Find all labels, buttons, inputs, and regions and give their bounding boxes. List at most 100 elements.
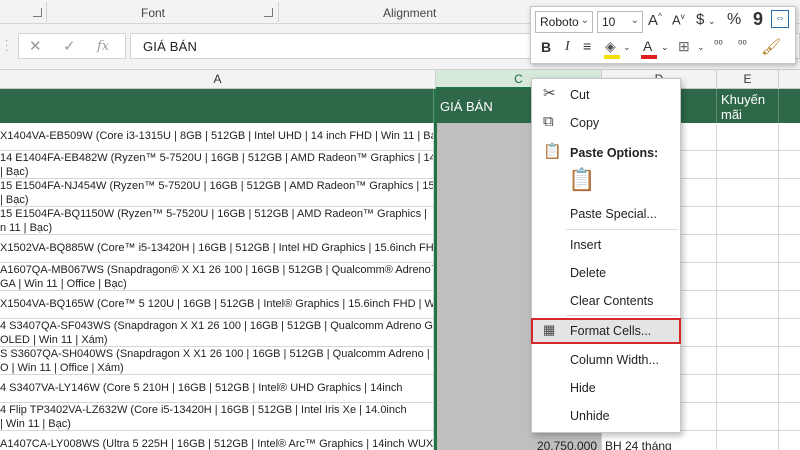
product-line2: GA | Win 11 | Office | Bạc) — [0, 277, 127, 290]
empty-cell[interactable] — [717, 319, 779, 347]
merge-center-icon[interactable]: ⇔ — [771, 10, 789, 28]
fill-color-swatch — [604, 55, 620, 59]
menu-separator — [566, 229, 678, 230]
product-cell[interactable]: X1404VA-EB509W (Core i3-1315U | 8GB | 51… — [0, 123, 434, 151]
price-cell[interactable]: 20,750,000 — [436, 431, 602, 450]
menu-item-unhide[interactable]: Unhide — [532, 404, 680, 428]
fill-color-icon[interactable]: ◈ — [605, 38, 616, 55]
decrease-font-size-icon[interactable]: Av — [672, 12, 685, 27]
product-line2: | Bạc) — [0, 165, 29, 178]
product-cell[interactable]: A1607QA-MB067WS (Snapdragon® X X1 26 100… — [0, 263, 434, 291]
formula-buttons: ✕ ✓ fx — [18, 33, 126, 59]
copy-icon: ⧉ — [543, 113, 554, 130]
drag-handle-icon[interactable]: · · · — [5, 36, 9, 56]
product-cell[interactable]: X1502VA-BQ885W (Core™ i5-13420H | 16GB |… — [0, 235, 434, 263]
product-cell[interactable]: 4 Flip TP3402VA-LZ632W (Core i5-13420H |… — [0, 403, 434, 431]
empty-cell[interactable] — [717, 207, 779, 235]
menu-item-cut[interactable]: ✂ Cut — [532, 83, 680, 107]
menu-item-column-width[interactable]: Column Width... — [532, 348, 680, 372]
menu-item-insert[interactable]: Insert — [532, 233, 680, 257]
product-line1: 15 E1504FA-BQ1150W (Ryzen™ 5-7520U | 16G… — [0, 208, 427, 220]
format-cells-label: Format Cells... — [570, 324, 652, 338]
menu-item-delete[interactable]: Delete — [532, 261, 680, 285]
header-cell-product[interactable] — [0, 89, 434, 123]
product-line1: 14 E1404FA-EB482W (Ryzen™ 5-7520U | 16GB… — [0, 152, 434, 164]
formula-value: GIÁ BÁN — [143, 39, 198, 54]
menu-separator — [566, 315, 678, 316]
empty-cell[interactable] — [717, 403, 779, 431]
product-cell[interactable]: 4 S3407QA-SF043WS (Snapdragon X X1 26 10… — [0, 319, 434, 347]
column-header-a[interactable]: A — [0, 70, 436, 89]
product-cell[interactable]: S S3607QA-SH040WS (Snapdragon X X1 26 10… — [0, 347, 434, 375]
chevron-down-icon: ⌄ — [580, 15, 589, 26]
increase-font-size-icon[interactable]: A^ — [648, 12, 662, 29]
font-color-icon[interactable]: A — [643, 38, 652, 54]
product-cell[interactable]: X1504VA-BQ165W (Core™ 5 120U | 16GB | 51… — [0, 291, 434, 319]
font-size-value: 10 — [602, 15, 616, 29]
font-dialog-launcher-icon[interactable] — [264, 8, 273, 17]
increase-decimal-icon[interactable]: ⁰⁰ — [714, 38, 723, 51]
paste-icon[interactable]: 📋 — [568, 167, 596, 197]
empty-cell[interactable] — [717, 375, 779, 403]
align-center-icon[interactable]: ≡ — [583, 38, 591, 54]
empty-cell[interactable] — [717, 291, 779, 319]
column-width-label: Column Width... — [570, 353, 659, 367]
chevron-down-icon[interactable]: ⌄ — [661, 42, 669, 53]
empty-cell[interactable] — [717, 347, 779, 375]
menu-item-copy[interactable]: ⧉ Copy — [532, 111, 680, 135]
empty-cell[interactable] — [717, 431, 779, 450]
empty-cell[interactable] — [717, 123, 779, 151]
font-color-swatch — [641, 55, 657, 59]
clipboard-dialog-launcher-icon[interactable] — [33, 8, 42, 17]
font-size-select[interactable]: 10 ⌄ — [597, 11, 643, 33]
enter-check-icon[interactable]: ✓ — [63, 37, 76, 55]
product-cell[interactable]: A1407CA-LY008WS (Ultra 5 225H | 16GB | 5… — [0, 431, 434, 450]
ribbon-divider — [278, 2, 279, 22]
product-line2: | Win 11 | Bạc) — [0, 417, 71, 430]
product-cell[interactable]: 4 S3407VA-LY146W (Core 5 210H | 16GB | 5… — [0, 375, 434, 403]
header-cell-promo[interactable]: Khuyến mãi — [717, 89, 779, 123]
comma-style-icon[interactable]: 9 — [753, 9, 763, 30]
menu-item-format-cells[interactable]: ▦ Format Cells... — [531, 318, 681, 344]
product-cell[interactable]: 14 E1404FA-EB482W (Ryzen™ 5-7520U | 16GB… — [0, 151, 434, 179]
italic-icon[interactable]: I — [565, 39, 570, 55]
column-selection-border — [434, 89, 437, 450]
product-line1: A1607QA-MB067WS (Snapdragon® X X1 26 100… — [0, 264, 434, 276]
chevron-down-icon: ⌄ — [630, 15, 639, 26]
chevron-down-icon[interactable]: ⌄ — [697, 42, 705, 53]
cancel-icon[interactable]: ✕ — [29, 37, 42, 55]
empty-cell[interactable] — [717, 235, 779, 263]
bold-icon[interactable]: B — [541, 39, 551, 55]
mini-toolbar: Roboto ⌄ 10 ⌄ A^ Av $ ⌄ % 9 ⇔ B I ≡ ◈ ⌄ A … — [530, 6, 796, 64]
alignment-group-label: Alignment — [383, 6, 437, 20]
borders-icon[interactable]: ⊞ — [678, 38, 690, 55]
empty-cell[interactable] — [717, 263, 779, 291]
menu-item-paste-special[interactable]: Paste Special... — [532, 202, 680, 226]
product-line1: 4 Flip TP3402VA-LZ632W (Core i5-13420H |… — [0, 404, 407, 416]
promo-header-line1: Khuyến — [721, 92, 766, 107]
menu-item-clear-contents[interactable]: Clear Contents — [532, 289, 680, 313]
percent-style-icon[interactable]: % — [727, 11, 741, 29]
currency-format-icon[interactable]: $ — [696, 11, 704, 28]
empty-cell[interactable] — [717, 179, 779, 207]
product-line1: X1404VA-EB509W (Core i3-1315U | 8GB | 51… — [0, 130, 434, 142]
product-line2: | Bạc) — [0, 193, 29, 206]
product-line2: OLED | Win 11 | Xám) — [0, 333, 108, 346]
format-cells-icon: ▦ — [543, 322, 556, 337]
insert-function-icon[interactable]: fx — [97, 39, 109, 54]
decrease-decimal-icon[interactable]: ⁰⁰ — [738, 38, 747, 51]
product-line1: 4 S3407VA-LY146W (Core 5 210H | 16GB | 5… — [0, 382, 403, 394]
chevron-down-icon[interactable]: ⌄ — [708, 16, 716, 27]
menu-item-hide[interactable]: Hide — [532, 376, 680, 400]
product-cell[interactable]: 15 E1504FA-BQ1150W (Ryzen™ 5-7520U | 16G… — [0, 207, 434, 235]
font-name-select[interactable]: Roboto ⌄ — [535, 11, 593, 33]
chevron-down-icon[interactable]: ⌄ — [623, 42, 631, 53]
product-cell[interactable]: 15 E1504FA-NJ454W (Ryzen™ 5-7520U | 16GB… — [0, 179, 434, 207]
font-name-value: Roboto — [540, 15, 579, 29]
column-header-e[interactable]: E — [717, 70, 779, 89]
empty-cell[interactable] — [717, 151, 779, 179]
promo-cell[interactable]: BH 24 tháng — [602, 431, 717, 450]
promo-header-line2: mãi — [721, 107, 742, 122]
context-menu: ✂ Cut ⧉ Copy 📋 Paste Options: 📋 Paste Sp… — [531, 78, 681, 433]
format-painter-icon[interactable]: 🖌 — [761, 37, 781, 57]
